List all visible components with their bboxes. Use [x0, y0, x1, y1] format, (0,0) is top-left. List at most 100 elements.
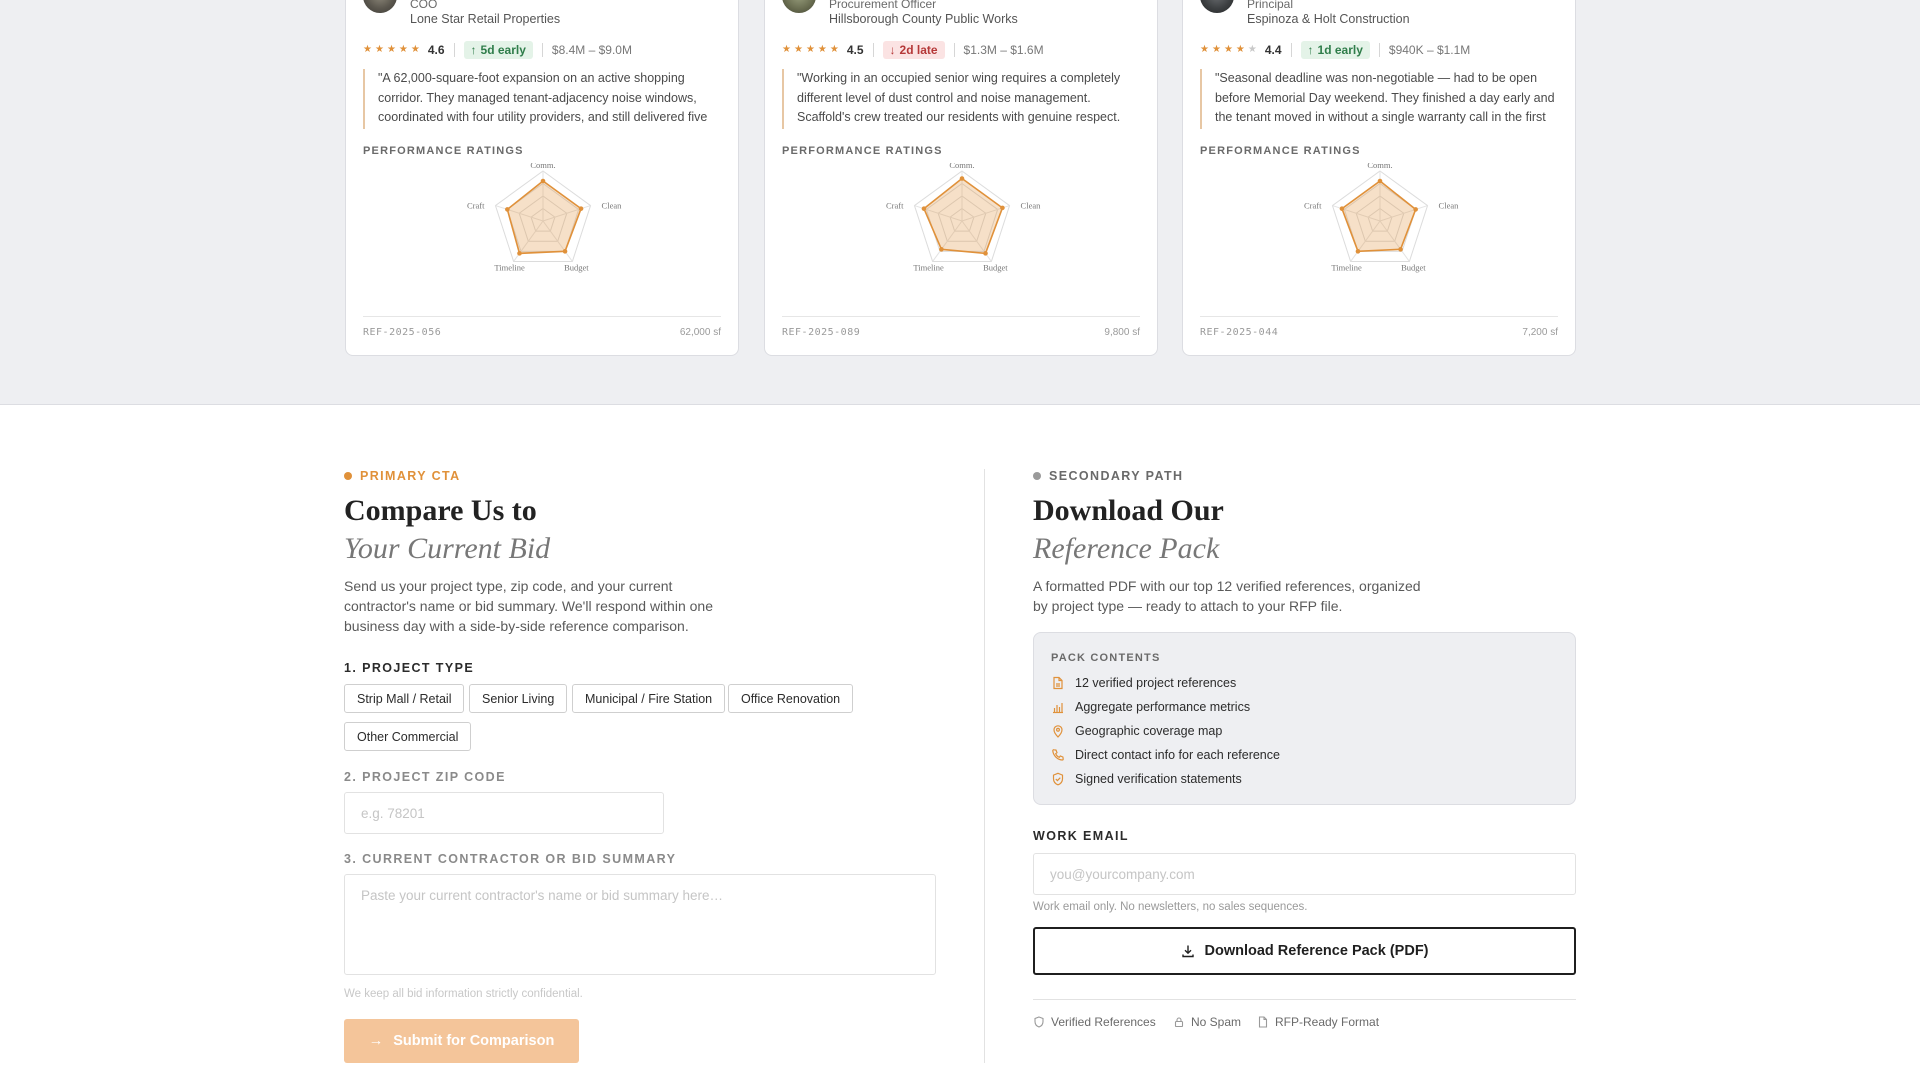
radar-data-point [540, 178, 546, 184]
divider [1290, 43, 1292, 57]
radar-axis-label: Budget [983, 262, 1008, 272]
radar-axis-label: Clean [602, 201, 623, 211]
rating-value: 4.4 [1264, 43, 1282, 57]
trust-label: No Spam [1191, 1015, 1242, 1029]
chip-strip-mall-retail[interactable]: Strip Mall / Retail [344, 684, 465, 713]
trust-item: Verified References [1033, 1015, 1156, 1029]
schedule-text: 5d early [480, 43, 526, 57]
pack-item: Signed verification statements [1051, 772, 1242, 786]
chip-municipal-fire-station[interactable]: Municipal / Fire Station [572, 684, 726, 713]
budget-range: $8.4M – $9.0M [551, 43, 632, 57]
zip-code-input[interactable] [344, 792, 664, 834]
radar-axis-label: Comm. [1367, 163, 1392, 170]
reference-card: COO Lone Star Retail Properties ★ ★ ★ ★ ★ 4.… [345, 0, 739, 356]
avatar [363, 0, 397, 13]
eyebrow-text: PRIMARY CTA [360, 469, 461, 483]
radar-data-point [1377, 178, 1383, 184]
pack-item: Aggregate performance metrics [1051, 700, 1250, 714]
radar-data-point [1355, 249, 1361, 254]
reference-code: REF-2025-056 [363, 327, 442, 338]
star-icon: ★ [374, 44, 384, 55]
phone-icon [1052, 749, 1064, 761]
document-icon [1258, 1016, 1268, 1028]
schedule-badge: ↓ 2d late [882, 41, 945, 59]
project-size: 9,800 sf [1104, 327, 1140, 338]
bid-summary-label: 3. CURRENT CONTRACTOR OR BID SUMMARY [344, 852, 677, 866]
work-email-input[interactable] [1033, 853, 1576, 895]
avatar [782, 0, 816, 13]
download-reference-pack-button[interactable]: Download Reference Pack (PDF) [1033, 927, 1576, 975]
radar-axis-label: Craft [1304, 201, 1322, 211]
secondary-heading-italic: Reference Pack [1033, 532, 1220, 565]
radar-data-point [1339, 206, 1345, 211]
radar-data-point [1413, 207, 1418, 212]
zip-code-label: 2. PROJECT ZIP CODE [344, 770, 506, 784]
column-divider [984, 469, 985, 1063]
star-icon: ★ [1211, 44, 1221, 55]
performance-ratings-label: PERFORMANCE RATINGS [1200, 145, 1361, 157]
radar-axis-label: Craft [886, 201, 904, 211]
reference-person-title: Principal [1247, 0, 1294, 11]
performance-radar-chart: Comm. Clean Budget Timeline Craft [886, 163, 1041, 272]
muted-dot [1033, 472, 1041, 480]
pack-item-label: Aggregate performance metrics [1075, 700, 1251, 714]
performance-ratings-label: PERFORMANCE RATINGS [782, 145, 943, 157]
schedule-text: 2d late [899, 43, 938, 57]
schedule-text: 1d early [1317, 43, 1363, 57]
trust-item: No Spam [1173, 1015, 1241, 1029]
project-size: 7,200 sf [1522, 327, 1558, 338]
star-icon: ★ [1223, 44, 1233, 55]
pack-item: 12 verified project references [1051, 676, 1236, 690]
submit-for-comparison-button[interactable]: → Submit for Comparison [344, 1019, 579, 1063]
trust-label: Verified References [1051, 1015, 1156, 1029]
rating-value: 4.6 [427, 43, 445, 57]
testimonial-quote: "Seasonal deadline was non-negotiable — … [1200, 69, 1560, 129]
schedule-badge: ↑ 1d early [1300, 41, 1370, 59]
pack-item-label: Signed verification statements [1075, 772, 1242, 786]
pack-item-label: Direct contact info for each reference [1075, 748, 1280, 762]
reference-code: REF-2025-089 [782, 327, 861, 338]
download-label: Download Reference Pack (PDF) [1204, 943, 1429, 959]
radar-data-point [505, 207, 510, 212]
secondary-lead-text: A formatted PDF with our top 12 verified… [1033, 578, 1421, 614]
rating-row: ★ ★ ★ ★ ★ 4.6 ↑ 5d early $8.4M – $9.0M [363, 40, 632, 60]
reference-footer: REF-2025-044 7,200 sf [1200, 316, 1558, 338]
radar-data-point [983, 251, 988, 256]
radar-data-polygon [506, 179, 583, 255]
chip-other-commercial[interactable]: Other Commercial [344, 722, 472, 751]
rating-row: ★ ★ ★ ★ ★ 4.5 ↓ 2d late $1.3M – $1.6M [782, 40, 1044, 60]
chip-office-renovation[interactable]: Office Renovation [728, 684, 854, 713]
radar-data-point [1398, 247, 1403, 252]
pack-item: Geographic coverage map [1051, 724, 1222, 738]
star-rating: ★ ★ ★ ★ ★ [782, 45, 839, 55]
primary-cta-eyebrow: PRIMARY CTA [344, 469, 461, 483]
reference-card: Procurement Officer Hillsborough County … [764, 0, 1158, 356]
work-email-label: WORK EMAIL [1033, 829, 1129, 843]
primary-heading-italic: Your Current Bid [344, 532, 551, 565]
reference-company: Lone Star Retail Properties [410, 12, 561, 26]
radar-data-point [939, 247, 944, 252]
radar-axis-label: Budget [1401, 262, 1426, 272]
map-pin-icon [1053, 725, 1063, 738]
pack-item-label: 12 verified project references [1075, 676, 1237, 690]
divider [953, 43, 955, 57]
testimonial-quote: "Working in an occupied senior wing requ… [782, 69, 1142, 129]
radar-axis-label: Craft [467, 201, 485, 211]
pack-contents-title: PACK CONTENTS [1051, 652, 1161, 664]
primary-heading: Compare Us to [344, 494, 537, 527]
star-icon: ★ [782, 44, 791, 55]
bid-summary-textarea[interactable] [344, 874, 936, 975]
email-note: Work email only. No newsletters, no sale… [1033, 901, 1308, 913]
schedule-badge: ↑ 5d early [463, 41, 533, 59]
star-icon: ★ [386, 44, 396, 55]
star-rating: ★ ★ ★ ★ ★ [1200, 45, 1257, 55]
chip-senior-living[interactable]: Senior Living [469, 684, 568, 713]
radar-data-point [921, 206, 927, 211]
star-rating: ★ ★ ★ ★ ★ [363, 45, 420, 55]
trust-item: RFP-Ready Format [1257, 1015, 1379, 1029]
star-icon: ★ [398, 44, 408, 55]
divider [453, 43, 455, 57]
radar-data-polygon [1340, 179, 1417, 253]
budget-range: $940K – $1.1M [1388, 43, 1471, 57]
star-icon: ★ [805, 44, 815, 55]
